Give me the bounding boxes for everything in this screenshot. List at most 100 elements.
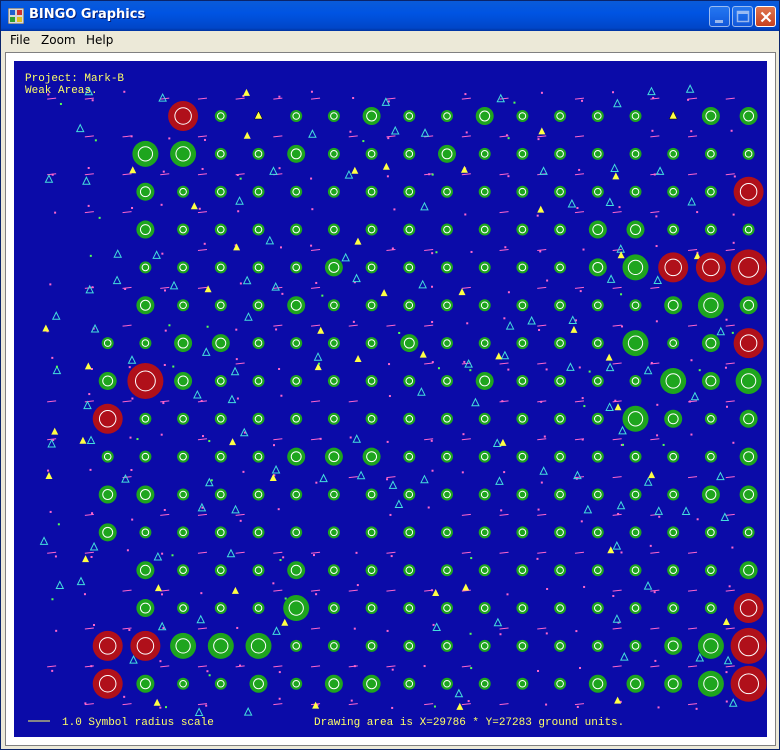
station-dot	[163, 508, 166, 511]
green-area-circle	[283, 595, 310, 622]
green-area-circle	[739, 107, 758, 125]
station-dot	[311, 208, 314, 211]
green-area-circle	[704, 185, 717, 198]
station-dot	[242, 470, 245, 473]
station-dot	[200, 400, 203, 403]
green-area-circle	[177, 299, 190, 312]
green-area-circle	[516, 526, 529, 539]
green-area-circle	[177, 412, 190, 425]
green-area-circle	[629, 602, 642, 615]
station-dot-green	[433, 705, 436, 708]
station-dot	[696, 211, 699, 214]
station-dot	[581, 397, 584, 400]
station-dot	[576, 705, 579, 708]
station-dot	[536, 557, 539, 560]
menu-file[interactable]: File	[10, 33, 30, 47]
green-area-circle	[591, 185, 604, 198]
green-area-circle	[214, 299, 227, 312]
green-area-circle	[441, 639, 453, 652]
green-area-circle	[252, 412, 265, 425]
station-dot	[501, 400, 504, 403]
green-area-circle	[365, 639, 378, 652]
green-area-circle	[554, 450, 567, 463]
station-dot	[505, 134, 508, 137]
green-area-circle	[516, 337, 529, 350]
close-button[interactable]	[755, 6, 776, 27]
green-area-circle	[290, 110, 303, 122]
station-dot	[503, 317, 506, 320]
green-area-circle	[516, 147, 529, 160]
station-dot-green	[57, 523, 60, 526]
station-dot	[168, 137, 171, 140]
station-dot	[653, 591, 656, 594]
drawing-canvas[interactable]: Project: Mark-B Weak Areas. 1.0 Symbol r…	[14, 61, 767, 737]
station-dot	[159, 706, 162, 709]
station-dot	[428, 173, 431, 176]
menu-help[interactable]: Help	[86, 33, 113, 47]
station-dot	[540, 481, 543, 484]
station-dot-green	[206, 325, 209, 328]
green-area-circle	[516, 602, 529, 615]
green-area-circle	[214, 564, 227, 577]
station-dot	[235, 358, 238, 361]
green-area-circle	[554, 602, 567, 615]
green-area-circle	[664, 409, 683, 428]
green-area-circle	[516, 374, 529, 387]
station-dot	[461, 471, 464, 474]
green-area-circle	[591, 639, 604, 652]
green-area-circle	[629, 374, 642, 387]
green-area-circle	[441, 110, 453, 122]
station-dot-green	[239, 177, 242, 180]
station-dot	[206, 670, 209, 673]
green-area-circle	[478, 299, 491, 312]
station-dot-green	[398, 331, 401, 334]
green-area-circle	[478, 639, 491, 652]
green-area-circle	[249, 674, 268, 693]
station-dot	[51, 669, 54, 672]
station-dot	[161, 252, 164, 255]
station-dot	[162, 402, 165, 405]
red-weak-area-circle	[168, 101, 199, 131]
red-weak-area-circle	[730, 249, 767, 286]
station-dot-green	[507, 137, 510, 140]
station-dot	[621, 325, 624, 328]
station-dot	[427, 506, 430, 509]
green-area-circle	[739, 296, 758, 315]
menu-zoom[interactable]: Zoom	[41, 33, 76, 47]
station-dot	[164, 329, 167, 332]
green-area-circle	[252, 450, 265, 463]
green-area-circle	[441, 602, 453, 615]
red-weak-area-circle	[733, 593, 764, 624]
green-area-circle	[516, 223, 529, 236]
green-area-circle	[252, 147, 265, 160]
station-dot	[282, 556, 285, 559]
green-area-circle	[290, 337, 303, 350]
green-area-circle	[591, 450, 604, 463]
green-area-circle	[591, 299, 604, 312]
title-bar[interactable]: BINGO Graphics	[1, 1, 779, 31]
green-area-circle	[629, 185, 642, 198]
station-dot	[91, 99, 94, 102]
station-dot	[724, 366, 727, 369]
green-area-circle	[98, 485, 117, 504]
green-area-circle	[290, 526, 303, 539]
minimize-button[interactable]	[709, 6, 730, 27]
station-dot	[653, 173, 656, 176]
green-area-circle	[478, 564, 491, 577]
station-dot-green	[279, 559, 282, 562]
station-dot	[543, 435, 546, 438]
station-dot	[431, 285, 434, 288]
green-area-circle	[365, 602, 378, 615]
green-area-circle	[554, 488, 567, 501]
station-dot	[690, 359, 693, 362]
station-dot	[654, 659, 657, 662]
station-dot	[123, 695, 126, 698]
maximize-button[interactable]	[732, 6, 753, 27]
green-area-circle	[441, 677, 453, 690]
station-dot-green	[431, 173, 434, 176]
green-area-circle	[441, 412, 453, 425]
green-area-circle	[327, 147, 340, 160]
drawing-client-area: Project: Mark-B Weak Areas. 1.0 Symbol r…	[5, 52, 776, 746]
station-dot	[656, 434, 659, 437]
green-area-circle	[177, 450, 190, 463]
